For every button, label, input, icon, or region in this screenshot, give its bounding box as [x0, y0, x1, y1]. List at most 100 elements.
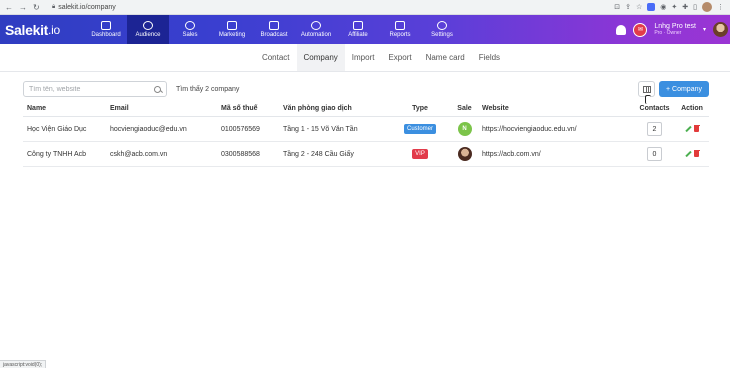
back-arrow-icon[interactable]: ← [5, 3, 13, 12]
contacts-count[interactable]: 0 [647, 147, 662, 161]
company-office: Tầng 2 - 248 Cầu Giấy [283, 150, 354, 158]
table-row[interactable]: Học Viện Giáo Dục hocviengiaoduc@edu.vn … [23, 117, 709, 142]
extension-icon[interactable] [647, 3, 656, 11]
chart-line-icon [227, 21, 237, 30]
mail-icon[interactable]: ✉ [633, 22, 648, 37]
bar-chart-icon [395, 21, 405, 30]
tab-name-card[interactable]: Name card [419, 44, 472, 71]
trash-icon[interactable] [693, 149, 700, 157]
list-toolbar: Tìm thấy 2 company + Company [23, 81, 709, 97]
tab-fields[interactable]: Fields [472, 44, 507, 71]
tab-contact[interactable]: Contact [255, 44, 297, 71]
megaphone-icon [269, 21, 279, 30]
browser-toolbar: ← → ↻ 🔒︎ salekit.io/company ⊡ ⇪ ☆ ◉ ✦ ✚ … [0, 0, 730, 15]
header-office: Văn phòng giao dịch [283, 105, 352, 112]
header-email: Email [110, 105, 129, 112]
search-box [23, 81, 167, 97]
bell-icon[interactable] [616, 24, 627, 35]
search-icon[interactable] [154, 85, 161, 93]
company-name[interactable]: Học Viện Giáo Dục [23, 126, 110, 133]
type-cell: Customer [393, 124, 447, 134]
company-website[interactable]: https://hocviengiaoduc.edu.vn/ [482, 126, 634, 133]
kebab-menu-icon[interactable]: ⋮ [717, 3, 724, 11]
menu-automation[interactable]: Automation [295, 15, 337, 44]
sidebar-icon[interactable]: ▯ [693, 3, 697, 11]
browser-extensions: ⊡ ⇪ ☆ ◉ ✦ ✚ ▯ ⋮ [614, 2, 730, 12]
star-icon[interactable]: ☆ [636, 3, 642, 11]
columns-icon [642, 85, 651, 93]
menu-affiliate[interactable]: Affiliate [337, 15, 379, 44]
puzzle-icon[interactable]: ✚ [682, 3, 688, 11]
logo[interactable]: Salekit .io [0, 15, 85, 44]
main-menu: Dashboard Audience Sales Marketing Broad… [85, 15, 463, 44]
table-header: Name Email Mã số thuế Văn phòng giao dịc… [23, 101, 709, 117]
user-menu[interactable]: Lnhg Pro test Pro · Owner [654, 23, 696, 36]
users-icon [143, 21, 153, 30]
header-tax: Mã số thuế [221, 105, 258, 112]
avatar[interactable] [713, 22, 728, 37]
tab-import[interactable]: Import [345, 44, 382, 71]
result-count: Tìm thấy 2 company [176, 85, 240, 93]
dollar-icon [185, 21, 195, 30]
header-right: ✉ Lnhg Pro test Pro · Owner ▾ [616, 15, 730, 44]
forward-arrow-icon[interactable]: → [19, 3, 27, 12]
contacts-cell: 2 [634, 122, 675, 136]
sale-cell: N [447, 122, 482, 136]
lock-icon: 🔒︎ [52, 3, 56, 10]
home-icon [101, 21, 111, 30]
trash-icon[interactable] [693, 124, 700, 132]
tab-company[interactable]: Company [296, 44, 345, 71]
chevron-down-icon[interactable]: ▾ [703, 26, 706, 33]
menu-marketing[interactable]: Marketing [211, 15, 253, 44]
contacts-cell: 0 [634, 147, 675, 161]
translate-icon[interactable]: ⊡ [614, 3, 620, 11]
type-cell: VIP [393, 149, 447, 159]
address-bar[interactable]: 🔒︎ salekit.io/company [52, 4, 116, 11]
camera-icon[interactable]: ◉ [660, 3, 666, 11]
browser-nav: ← → ↻ [0, 3, 52, 12]
share-icon[interactable]: ⇪ [625, 3, 631, 11]
menu-reports[interactable]: Reports [379, 15, 421, 44]
header-website: Website [482, 105, 509, 112]
company-website[interactable]: https://acb.com.vn/ [482, 151, 634, 158]
menu-audience[interactable]: Audience [127, 15, 169, 44]
url-text[interactable]: salekit.io/company [58, 4, 116, 11]
header-sale: Sale [457, 105, 472, 112]
action-cell [675, 124, 709, 132]
menu-sales[interactable]: Sales [169, 15, 211, 44]
header-type: Type [412, 105, 428, 112]
audience-tabs: Contact Company Import Export Name card … [0, 44, 730, 72]
search-input[interactable] [29, 85, 149, 93]
edit-icon[interactable] [685, 151, 691, 157]
company-name[interactable]: Công ty TNHH Acb [23, 151, 110, 158]
action-cell [675, 149, 709, 157]
profile-avatar[interactable] [702, 2, 712, 12]
menu-settings[interactable]: Settings [421, 15, 463, 44]
edit-icon[interactable] [685, 126, 691, 132]
header-name: Name [27, 105, 47, 112]
company-tax: 0100576569 [221, 125, 260, 133]
gear-icon [437, 21, 447, 30]
table-row[interactable]: Công ty TNHH Acb cskh@acb.com.vn 0300588… [23, 142, 709, 167]
header-contacts: Contacts [639, 105, 670, 112]
gear-extension-icon[interactable]: ✦ [671, 3, 677, 11]
company-table: Name Email Mã số thuế Văn phòng giao dịc… [23, 101, 709, 167]
sale-cell [447, 147, 482, 161]
sale-avatar[interactable]: N [457, 122, 472, 136]
sync-icon [311, 21, 321, 30]
type-badge: Customer [403, 124, 436, 134]
type-badge: VIP [412, 149, 428, 159]
tab-export[interactable]: Export [381, 44, 418, 71]
user-role: Pro · Owner [654, 29, 682, 36]
menu-broadcast[interactable]: Broadcast [253, 15, 295, 44]
add-company-button[interactable]: + Company [659, 81, 709, 97]
browser-status-bar: javascript:void(0); [0, 360, 47, 368]
company-email: hocviengiaoduc@edu.vn [110, 125, 187, 133]
network-icon [353, 21, 363, 30]
menu-dashboard[interactable]: Dashboard [85, 15, 127, 44]
app-header: Salekit .io Dashboard Audience Sales Mark… [0, 15, 730, 44]
contacts-count[interactable]: 2 [647, 122, 662, 136]
reload-icon[interactable]: ↻ [33, 3, 40, 12]
company-office: Tầng 1 - 15 Võ Văn Tần [283, 125, 358, 133]
sale-avatar[interactable] [457, 147, 472, 161]
